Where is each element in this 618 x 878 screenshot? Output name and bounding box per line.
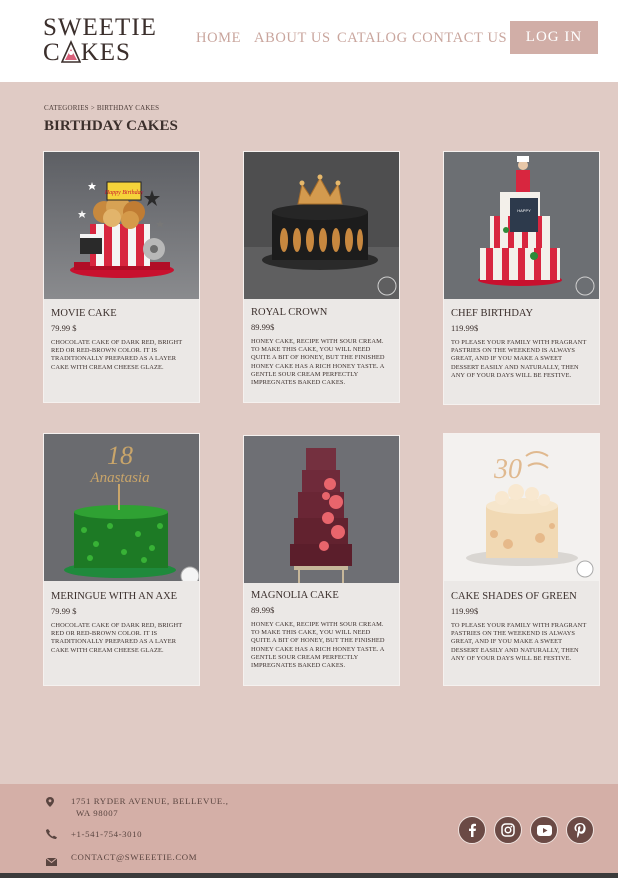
product-image[interactable]: 30 xyxy=(444,434,599,581)
logo-letter-c: C xyxy=(43,39,61,66)
cake-topper-number: 18 xyxy=(107,441,133,470)
product-image[interactable]: Happy Birthday xyxy=(44,152,199,299)
product-price: 79.99 $ xyxy=(51,323,77,333)
product-card[interactable]: HAPPY CHEF BIRTHDAY 119.99$ TO PLEASE YO… xyxy=(444,152,599,404)
nav-contact-us[interactable]: CONTACT US xyxy=(412,30,507,47)
breadcrumb[interactable]: CATEGORIES > BIRTHDAY CAKES xyxy=(44,104,159,112)
phone-icon xyxy=(46,826,57,844)
product-card[interactable]: ROYAL CROWN 89.99$ HONEY CAKE, RECIPE WI… xyxy=(244,152,399,402)
product-description: TO PLEASE YOUR FAMILY WITH FRAGRANT PAST… xyxy=(451,339,587,379)
cake-topper-number: 30 xyxy=(493,454,522,485)
site-header: SWEETIE C KES HOME ABOUT US CATALOG CONT… xyxy=(0,0,618,82)
product-image[interactable]: 18 Anastasia xyxy=(44,434,199,581)
page-title: BIRTHDAY CAKES xyxy=(44,118,178,134)
product-description: CHOCOLATE CAKE OF DARK RED, BRIGHT RED O… xyxy=(51,339,183,371)
mail-icon xyxy=(45,853,58,871)
youtube-icon[interactable] xyxy=(530,816,558,844)
product-description: CHOCOLATE CAKE OF DARK RED, BRIGHT RED O… xyxy=(51,622,183,654)
nav-catalog[interactable]: CATALOG xyxy=(337,30,408,47)
cake-topper-text: Happy Birthday xyxy=(104,190,144,196)
product-description: HONEY CAKE, RECIPE WITH SOUR CREAM. TO M… xyxy=(251,338,385,387)
product-image[interactable] xyxy=(244,436,399,583)
product-price: 119.99$ xyxy=(451,606,479,616)
footer-bottom-bar xyxy=(0,873,618,878)
product-name[interactable]: MOVIE CAKE xyxy=(51,308,117,319)
product-card[interactable]: MAGNOLIA CAKE 89.99$ HONEY CAKE, RECIPE … xyxy=(244,436,399,685)
product-description: HONEY CAKE, RECIPE WITH SOUR CREAM. TO M… xyxy=(251,621,385,670)
cake-slice-icon xyxy=(60,40,81,63)
product-price: 79.99 $ xyxy=(51,606,77,616)
product-price: 89.99$ xyxy=(251,605,275,615)
location-pin-icon xyxy=(46,794,54,812)
product-price: 119.99$ xyxy=(451,323,479,333)
logo-letters-kes: KES xyxy=(80,39,131,66)
login-button[interactable]: LOG IN xyxy=(510,21,598,54)
address-line-1: 1751 RYDER AVENUE, BELLEVUE., xyxy=(71,796,229,806)
product-image[interactable] xyxy=(244,152,399,299)
product-name[interactable]: CHEF BIRTHDAY xyxy=(451,308,533,319)
product-name[interactable]: CAKE SHADES OF GREEN xyxy=(451,591,577,602)
cake-topper-name: Anastasia xyxy=(89,470,149,486)
product-card[interactable]: Happy Birthday MOVIE CAKE 79.99 $ CHOCOL… xyxy=(44,152,199,402)
product-name[interactable]: MERINGUE WITH AN AXE xyxy=(51,591,177,602)
product-image[interactable]: HAPPY xyxy=(444,152,599,299)
logo-line-1: SWEETIE xyxy=(43,14,157,41)
product-description: TO PLEASE YOUR FAMILY WITH FRAGRANT PAST… xyxy=(451,622,587,662)
pinterest-icon[interactable] xyxy=(566,816,594,844)
product-card[interactable]: 18 Anastasia MERINGUE WITH AN AXE 79.99 … xyxy=(44,434,199,685)
address-line-2: WA 98007 xyxy=(76,808,119,818)
svg-text:HAPPY: HAPPY xyxy=(517,208,531,213)
facebook-icon[interactable] xyxy=(458,816,486,844)
product-name[interactable]: ROYAL CROWN xyxy=(251,307,327,318)
instagram-icon[interactable] xyxy=(494,816,522,844)
product-name[interactable]: MAGNOLIA CAKE xyxy=(251,590,339,601)
product-price: 89.99$ xyxy=(251,322,275,332)
nav-home[interactable]: HOME xyxy=(196,30,241,47)
phone-number[interactable]: +1-541-754-3010 xyxy=(71,828,142,840)
product-card[interactable]: 30 CAKE SHADES OF GREEN 119.99$ TO PLEAS… xyxy=(444,434,599,685)
logo[interactable]: SWEETIE C KES xyxy=(43,15,163,67)
nav-about-us[interactable]: ABOUT US xyxy=(254,30,331,47)
email-address[interactable]: CONTACT@SWEEETIE.COM xyxy=(71,851,197,863)
